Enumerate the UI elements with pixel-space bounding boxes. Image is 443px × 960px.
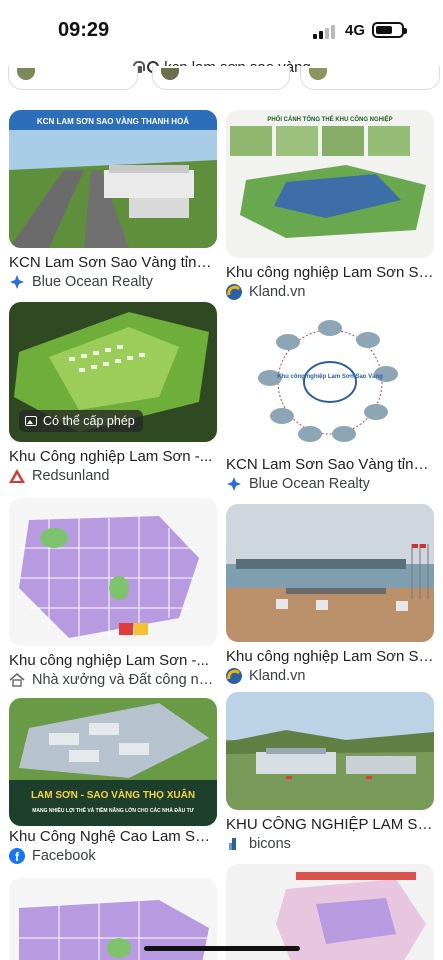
image-result[interactable]: Khu công nghiệp Lam Sơn Sa... Kland.vn	[226, 504, 434, 684]
result-thumbnail[interactable]	[9, 498, 217, 646]
result-thumbnail[interactable]: KCN LAM SƠN SAO VÀNG THANH HOÁ	[9, 110, 217, 248]
result-title[interactable]: Khu công nghiệp Lam Sơn -...	[9, 652, 217, 669]
result-thumbnail[interactable]: LAM SƠN - SAO VÀNG THỌ XUÂN MANG NHIỀU L…	[9, 698, 217, 826]
thumb-caption: LAM SƠN - SAO VÀNG THỌ XUÂN	[31, 788, 195, 801]
result-source[interactable]: Nhà xưởng và Đất công ng...	[9, 672, 217, 688]
filter-chips-row	[0, 66, 443, 92]
result-source[interactable]: Blue Ocean Realty	[9, 274, 217, 290]
kland-icon	[226, 668, 242, 684]
result-source[interactable]: f Facebook	[9, 848, 217, 864]
battery-icon	[372, 22, 407, 38]
result-thumbnail[interactable]: PHỐI CẢNH TỔNG THỂ KHU CÔNG NGHIỆP	[226, 110, 434, 258]
image-result[interactable]: Khu công nghiệp Lam Sơn -... Nhà xưởng v…	[9, 498, 217, 688]
result-source[interactable]: Kland.vn	[226, 284, 434, 300]
result-title[interactable]: KHU CÔNG NGHIỆP LAM SƠ...	[226, 816, 434, 833]
thumb-caption: Khu công nghiệp Lam Sơn Sao Vàng	[277, 374, 383, 380]
result-title[interactable]: Khu công nghiệp Lam Sơn Sa...	[226, 648, 434, 665]
image-result[interactable]: LAM SƠN - SAO VÀNG THỌ XUÂN MANG NHIỀU L…	[9, 698, 217, 868]
image-result[interactable]: KCN LAM SƠN SAO VÀNG THANH HOÁ KCN Lam S…	[9, 110, 217, 290]
filter-chip[interactable]	[8, 66, 138, 90]
result-title[interactable]: Khu công nghiệp Lam Sơn Sa...	[226, 264, 434, 281]
status-bar: 09:29 4G	[0, 0, 443, 56]
image-result[interactable]: Khu công nghiệp Lam Sơn Sao Vàng KCN Lam…	[226, 312, 434, 492]
result-source[interactable]: Blue Ocean Realty	[226, 476, 434, 492]
blue-ocean-realty-icon	[9, 274, 25, 290]
result-thumbnail[interactable]	[226, 504, 434, 642]
status-time: 09:29	[58, 19, 110, 41]
image-result[interactable]: PHỐI CẢNH TỔNG THỂ KHU CÔNG NGHIỆP Khu c…	[226, 110, 434, 300]
license-badge: Có thể cấp phép	[19, 410, 143, 432]
chip-thumb-icon	[17, 68, 35, 80]
network-label: 4G	[345, 22, 366, 39]
result-thumbnail[interactable]	[226, 692, 434, 810]
result-title[interactable]: Khu Công Nghệ Cao Lam Sơn...	[9, 828, 217, 845]
chip-thumb-icon	[309, 68, 327, 80]
result-source[interactable]: Redsunland	[9, 468, 217, 484]
result-title[interactable]: Khu Công nghiệp Lam Sơn -...	[9, 448, 217, 465]
redsunland-icon	[9, 468, 25, 484]
facebook-icon: f	[9, 848, 25, 864]
filter-chip[interactable]	[152, 66, 290, 90]
result-source[interactable]: Kland.vn	[226, 668, 434, 684]
chip-thumb-icon	[161, 68, 179, 80]
nhaxuong-icon	[9, 672, 25, 688]
result-title[interactable]: KCN Lam Sơn Sao Vàng tỉnh...	[9, 254, 217, 271]
bicons-icon	[226, 836, 242, 852]
result-source[interactable]: bicons	[226, 836, 434, 852]
result-thumbnail[interactable]: Có thể cấp phép	[9, 302, 217, 442]
image-icon	[25, 416, 37, 426]
result-thumbnail[interactable]: Khu công nghiệp Lam Sơn Sao Vàng	[226, 312, 434, 450]
thumb-caption: PHỐI CẢNH TỔNG THỂ KHU CÔNG NGHIỆP	[267, 115, 392, 123]
result-title[interactable]: KCN Lam Sơn Sao Vàng tỉnh...	[226, 456, 434, 473]
image-result[interactable]: Có thể cấp phép Khu Công nghiệp Lam Sơn …	[9, 302, 217, 484]
blue-ocean-realty-icon	[226, 476, 242, 492]
filter-chip[interactable]	[300, 66, 440, 90]
thumb-subcaption: MANG NHIỀU LỢI THẾ VÀ TIỀM NĂNG LỚN CHO …	[32, 806, 194, 814]
thumb-caption: KCN LAM SƠN SAO VÀNG THANH HOÁ	[37, 117, 189, 126]
signal-icon	[313, 23, 339, 39]
kland-icon	[226, 284, 242, 300]
image-result[interactable]: KHU CÔNG NGHIỆP LAM SƠ... bicons	[226, 692, 434, 862]
home-indicator[interactable]	[144, 946, 300, 951]
